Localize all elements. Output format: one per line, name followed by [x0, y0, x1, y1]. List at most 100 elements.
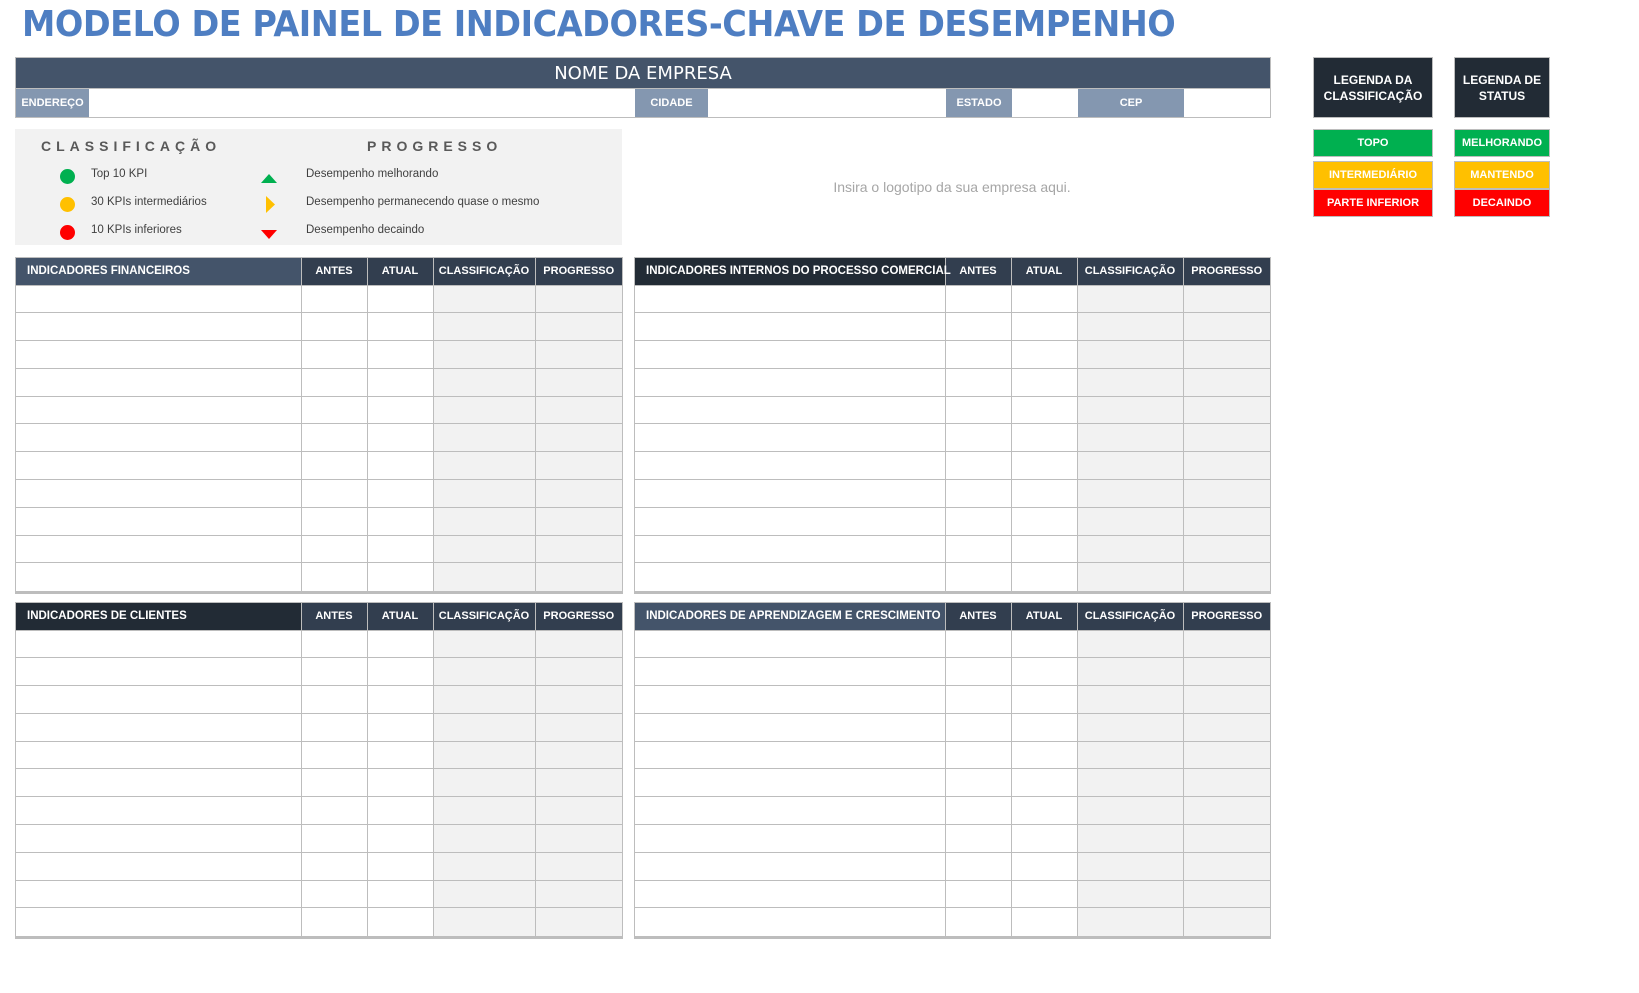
current-cell[interactable]: [1010, 907, 1077, 936]
classification-cell[interactable]: [1076, 506, 1183, 536]
before-cell[interactable]: [944, 879, 1011, 908]
before-cell[interactable]: [300, 562, 367, 591]
zip-field[interactable]: [1184, 89, 1270, 117]
current-cell[interactable]: [366, 851, 433, 881]
progress-cell[interactable]: [534, 740, 622, 769]
before-cell[interactable]: [944, 824, 1011, 853]
progress-cell[interactable]: [534, 851, 622, 881]
classification-cell[interactable]: [1076, 879, 1183, 908]
progress-cell[interactable]: [534, 796, 622, 825]
classification-cell[interactable]: [432, 879, 535, 908]
current-cell[interactable]: [1010, 824, 1077, 853]
current-cell[interactable]: [1010, 712, 1077, 742]
before-cell[interactable]: [944, 506, 1011, 536]
progress-cell[interactable]: [534, 629, 622, 658]
classification-cell[interactable]: [432, 479, 535, 508]
city-field[interactable]: [708, 89, 946, 117]
address-field[interactable]: [89, 89, 635, 117]
before-cell[interactable]: [944, 768, 1011, 797]
progress-cell[interactable]: [534, 367, 622, 397]
current-cell[interactable]: [366, 451, 433, 480]
before-cell[interactable]: [300, 284, 367, 313]
indicator-cell[interactable]: [635, 685, 945, 714]
current-cell[interactable]: [366, 367, 433, 397]
progress-cell[interactable]: [1182, 740, 1270, 769]
classification-cell[interactable]: [1076, 479, 1183, 508]
progress-cell[interactable]: [1182, 768, 1270, 797]
classification-cell[interactable]: [432, 534, 535, 563]
classification-cell[interactable]: [1076, 423, 1183, 452]
classification-cell[interactable]: [432, 451, 535, 480]
before-cell[interactable]: [300, 395, 367, 424]
before-cell[interactable]: [300, 879, 367, 908]
classification-cell[interactable]: [432, 367, 535, 397]
current-cell[interactable]: [1010, 851, 1077, 881]
before-cell[interactable]: [944, 340, 1011, 369]
state-field[interactable]: [1012, 89, 1078, 117]
indicator-cell[interactable]: [16, 340, 301, 369]
classification-cell[interactable]: [432, 340, 535, 369]
progress-cell[interactable]: [534, 562, 622, 591]
before-cell[interactable]: [944, 907, 1011, 936]
before-cell[interactable]: [944, 657, 1011, 686]
current-cell[interactable]: [366, 796, 433, 825]
before-cell[interactable]: [300, 768, 367, 797]
progress-cell[interactable]: [1182, 451, 1270, 480]
progress-cell[interactable]: [1182, 562, 1270, 591]
indicator-cell[interactable]: [635, 534, 945, 563]
indicator-cell[interactable]: [16, 824, 301, 853]
classification-cell[interactable]: [1076, 395, 1183, 424]
indicator-cell[interactable]: [16, 712, 301, 742]
current-cell[interactable]: [1010, 284, 1077, 313]
classification-cell[interactable]: [1076, 851, 1183, 881]
classification-cell[interactable]: [1076, 657, 1183, 686]
progress-cell[interactable]: [534, 395, 622, 424]
before-cell[interactable]: [300, 534, 367, 563]
classification-cell[interactable]: [1076, 685, 1183, 714]
before-cell[interactable]: [944, 423, 1011, 452]
classification-cell[interactable]: [1076, 562, 1183, 591]
progress-cell[interactable]: [534, 534, 622, 563]
current-cell[interactable]: [366, 685, 433, 714]
current-cell[interactable]: [1010, 340, 1077, 369]
current-cell[interactable]: [1010, 740, 1077, 769]
before-cell[interactable]: [300, 907, 367, 936]
before-cell[interactable]: [300, 712, 367, 742]
current-cell[interactable]: [1010, 479, 1077, 508]
indicator-cell[interactable]: [635, 629, 945, 658]
progress-cell[interactable]: [1182, 685, 1270, 714]
classification-cell[interactable]: [1076, 312, 1183, 341]
classification-cell[interactable]: [1076, 907, 1183, 936]
current-cell[interactable]: [366, 506, 433, 536]
current-cell[interactable]: [1010, 534, 1077, 563]
classification-cell[interactable]: [432, 851, 535, 881]
indicator-cell[interactable]: [635, 367, 945, 397]
before-cell[interactable]: [944, 395, 1011, 424]
indicator-cell[interactable]: [16, 506, 301, 536]
progress-cell[interactable]: [534, 506, 622, 536]
before-cell[interactable]: [944, 534, 1011, 563]
classification-cell[interactable]: [432, 768, 535, 797]
indicator-cell[interactable]: [16, 685, 301, 714]
indicator-cell[interactable]: [16, 879, 301, 908]
current-cell[interactable]: [366, 907, 433, 936]
before-cell[interactable]: [944, 479, 1011, 508]
indicator-cell[interactable]: [635, 768, 945, 797]
classification-cell[interactable]: [432, 284, 535, 313]
before-cell[interactable]: [300, 685, 367, 714]
progress-cell[interactable]: [534, 284, 622, 313]
before-cell[interactable]: [300, 796, 367, 825]
indicator-cell[interactable]: [16, 768, 301, 797]
indicator-cell[interactable]: [635, 796, 945, 825]
current-cell[interactable]: [366, 423, 433, 452]
before-cell[interactable]: [300, 479, 367, 508]
indicator-cell[interactable]: [635, 879, 945, 908]
progress-cell[interactable]: [1182, 534, 1270, 563]
progress-cell[interactable]: [1182, 712, 1270, 742]
classification-cell[interactable]: [432, 312, 535, 341]
progress-cell[interactable]: [1182, 340, 1270, 369]
progress-cell[interactable]: [1182, 312, 1270, 341]
progress-cell[interactable]: [534, 879, 622, 908]
before-cell[interactable]: [300, 657, 367, 686]
before-cell[interactable]: [300, 740, 367, 769]
